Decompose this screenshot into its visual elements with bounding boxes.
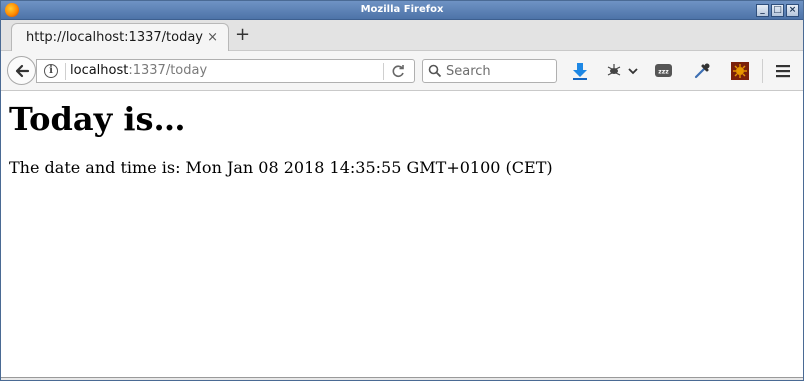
search-icon bbox=[428, 64, 442, 78]
sun-addon-icon[interactable] bbox=[730, 61, 750, 81]
reload-icon[interactable] bbox=[390, 63, 406, 79]
svg-text:zzz: zzz bbox=[658, 69, 669, 76]
download-arrow-icon[interactable] bbox=[570, 61, 590, 81]
title-bar: Mozilla Firefox _ □ × bbox=[1, 1, 803, 20]
minimize-button[interactable]: _ bbox=[756, 4, 769, 17]
window-title: Mozilla Firefox bbox=[360, 4, 444, 15]
toolbar-divider bbox=[762, 59, 763, 83]
hamburger-menu-icon[interactable] bbox=[773, 61, 793, 81]
new-tab-button[interactable]: + bbox=[235, 25, 250, 45]
navigation-toolbar: i localhost:1337/today Search zzz bbox=[1, 51, 803, 91]
url-divider-right bbox=[383, 63, 384, 80]
url-host: localhost bbox=[70, 63, 129, 78]
tab-strip: http://localhost:1337/today × + bbox=[1, 20, 803, 52]
page-content: Today is… The date and time is: Mon Jan … bbox=[1, 92, 803, 378]
search-input[interactable] bbox=[446, 62, 554, 80]
page-heading: Today is… bbox=[9, 100, 186, 138]
tab-active[interactable]: http://localhost:1337/today × bbox=[11, 23, 229, 52]
window-controls: _ □ × bbox=[756, 4, 799, 17]
date-time-text: The date and time is: Mon Jan 08 2018 14… bbox=[9, 158, 553, 177]
back-button[interactable] bbox=[7, 56, 36, 85]
zzz-sleep-icon[interactable]: zzz bbox=[654, 61, 674, 81]
maximize-button[interactable]: □ bbox=[771, 4, 784, 17]
close-window-button[interactable]: × bbox=[786, 4, 799, 17]
tab-close-icon[interactable]: × bbox=[207, 30, 218, 45]
back-arrow-icon bbox=[15, 64, 30, 78]
chevron-down-icon[interactable] bbox=[626, 61, 640, 81]
url-divider bbox=[65, 63, 66, 80]
url-bar[interactable]: i localhost:1337/today bbox=[36, 59, 415, 83]
eyedropper-icon[interactable] bbox=[692, 61, 712, 81]
tab-title: http://localhost:1337/today bbox=[26, 30, 203, 45]
site-info-icon[interactable]: i bbox=[44, 64, 58, 78]
search-bar[interactable] bbox=[422, 59, 557, 83]
bug-extension-icon[interactable] bbox=[606, 61, 626, 81]
url-text[interactable]: localhost:1337/today bbox=[70, 63, 207, 78]
browser-window: Mozilla Firefox _ □ × http://localhost:1… bbox=[0, 0, 804, 381]
url-path: :1337/today bbox=[128, 63, 208, 78]
bottom-border bbox=[1, 377, 803, 380]
